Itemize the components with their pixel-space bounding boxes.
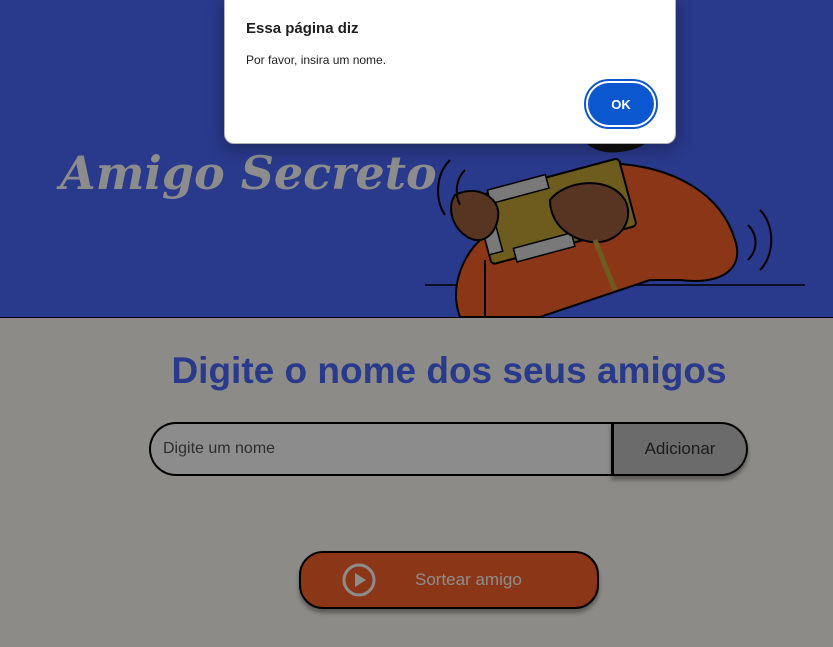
ok-button[interactable]: OK xyxy=(584,79,658,129)
dialog-message: Por favor, insira um nome. xyxy=(246,53,387,67)
dialog-title: Essa página diz xyxy=(246,20,359,37)
alert-dialog: Essa página diz Por favor, insira um nom… xyxy=(224,0,676,144)
